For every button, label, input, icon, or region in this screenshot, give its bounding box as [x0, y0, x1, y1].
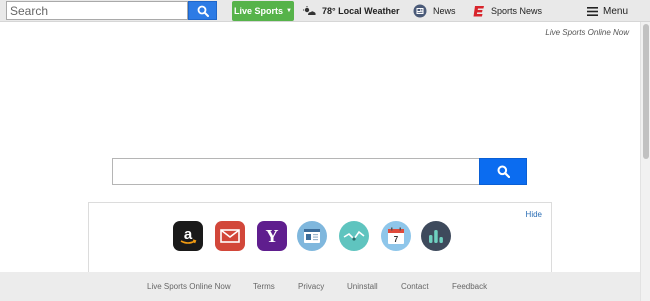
footer-link-uninstall[interactable]: Uninstall [347, 282, 378, 291]
sports-news-button[interactable]: Sports News [473, 2, 542, 20]
amazon-icon: a [180, 226, 197, 244]
mail-icon [220, 229, 240, 243]
amazon-tile[interactable]: a [173, 221, 203, 251]
footer-link-contact[interactable]: Contact [401, 282, 429, 291]
svg-text:a: a [184, 226, 193, 243]
page-scrollbar[interactable] [640, 22, 650, 301]
hamburger-menu-icon [587, 6, 598, 16]
dropdown-caret-icon: ▼ [286, 8, 292, 14]
live-sports-label: Live Sports [234, 6, 284, 16]
footer-link-live-sports[interactable]: Live Sports Online Now [147, 282, 231, 291]
footer: Live Sports Online Now Terms Privacy Uni… [0, 272, 640, 301]
gmail-tile[interactable] [215, 221, 245, 251]
main-search-input[interactable] [112, 158, 479, 185]
line-chart-icon [343, 230, 365, 241]
hide-link[interactable]: Hide [526, 210, 542, 219]
footer-link-feedback[interactable]: Feedback [452, 282, 487, 291]
menu-button[interactable]: Menu [587, 2, 628, 20]
footer-link-privacy[interactable]: Privacy [298, 282, 324, 291]
weather-icon [303, 5, 316, 17]
weather-button[interactable]: 78° Local Weather [303, 2, 399, 20]
calendar-icon: 7 [388, 227, 404, 244]
menu-label: Menu [603, 5, 629, 17]
footer-link-terms[interactable]: Terms [253, 282, 275, 291]
news-tile[interactable] [297, 221, 327, 251]
main-search-button[interactable] [479, 158, 527, 185]
news-button[interactable]: News [413, 2, 456, 20]
weather-label: 78° Local Weather [322, 6, 400, 16]
svg-text:7: 7 [394, 235, 399, 244]
live-sports-button[interactable]: Live Sports ▼ [232, 1, 294, 21]
weather-tile[interactable] [339, 221, 369, 251]
toolbar-search-input[interactable] [6, 1, 188, 20]
bar-chart-icon [429, 230, 443, 243]
toolbar: Live Sports ▼ 78° Local Weather News [0, 0, 650, 22]
espn-logo-icon [473, 5, 485, 18]
scrollbar-thumb[interactable] [643, 24, 649, 159]
search-icon [497, 165, 510, 178]
yahoo-icon: Y [266, 226, 279, 246]
search-icon [197, 5, 209, 17]
brand-tagline: Live Sports Online Now [545, 28, 629, 37]
stats-tile[interactable] [421, 221, 451, 251]
newspaper-icon [304, 229, 320, 243]
calendar-tile[interactable]: 7 [381, 221, 411, 251]
news-label: News [433, 6, 456, 16]
yahoo-tile[interactable]: Y [257, 221, 287, 251]
svg-text:Y: Y [266, 226, 279, 246]
news-icon [413, 4, 427, 18]
sports-news-label: Sports News [491, 6, 543, 16]
toolbar-search-button[interactable] [188, 1, 217, 20]
quick-links-panel: Hide a Y 7 [88, 202, 552, 272]
